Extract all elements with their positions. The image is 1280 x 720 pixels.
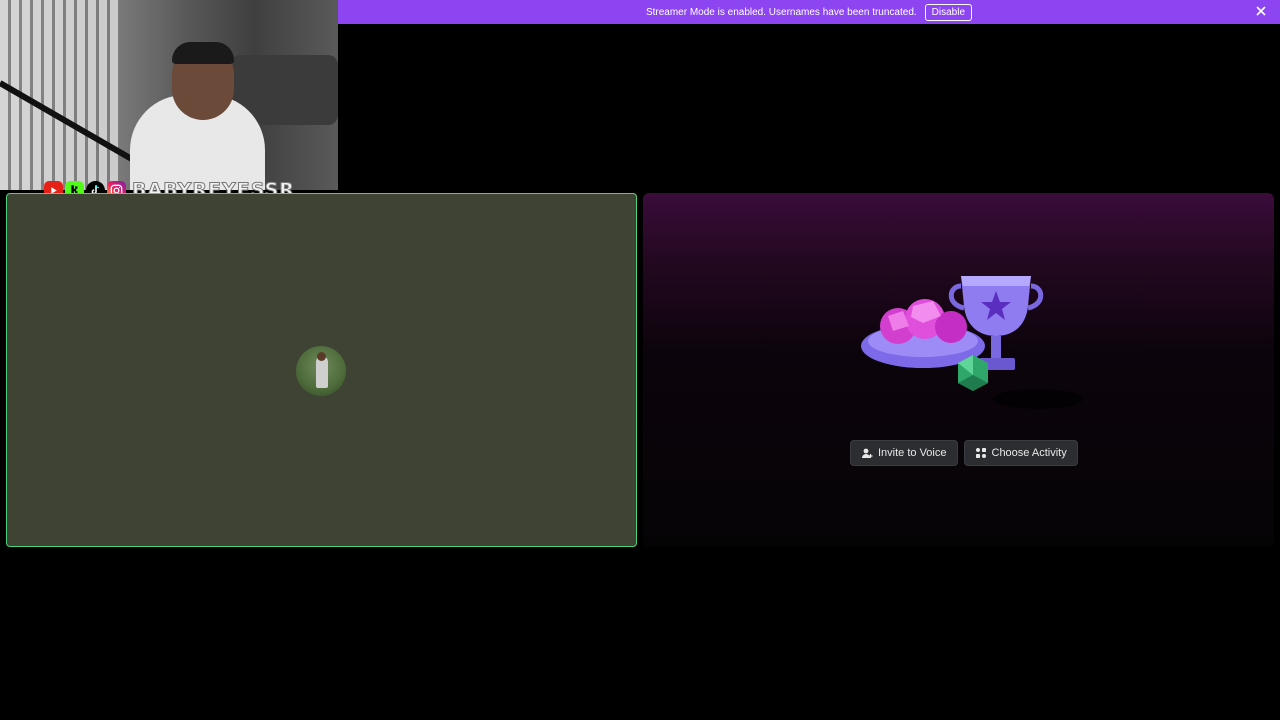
invite-to-voice-button[interactable]: Invite to Voice <box>850 440 958 466</box>
disable-button[interactable]: Disable <box>924 3 973 21</box>
activity-grid-icon <box>975 448 986 458</box>
invite-label: Invite to Voice <box>878 447 947 459</box>
close-icon[interactable] <box>1254 4 1268 18</box>
streamer-webcam <box>0 0 338 190</box>
voice-user-tile[interactable] <box>6 193 637 547</box>
streamer-mode-banner: Streamer Mode is enabled. Usernames have… <box>338 0 1280 24</box>
activity-illustration <box>861 276 1083 409</box>
activity-actions: Invite to Voice Choose Activity <box>850 440 1078 466</box>
add-user-icon <box>862 448 873 458</box>
avatar-figure-head <box>317 352 326 361</box>
user-avatar[interactable] <box>296 346 346 396</box>
choose-activity-button[interactable]: Choose Activity <box>963 440 1078 466</box>
streamer-hair <box>172 42 234 64</box>
choose-activity-label: Choose Activity <box>991 447 1067 459</box>
activity-tile: Invite to Voice Choose Activity <box>643 193 1274 547</box>
banner-message: Streamer Mode is enabled. Usernames have… <box>645 6 917 18</box>
